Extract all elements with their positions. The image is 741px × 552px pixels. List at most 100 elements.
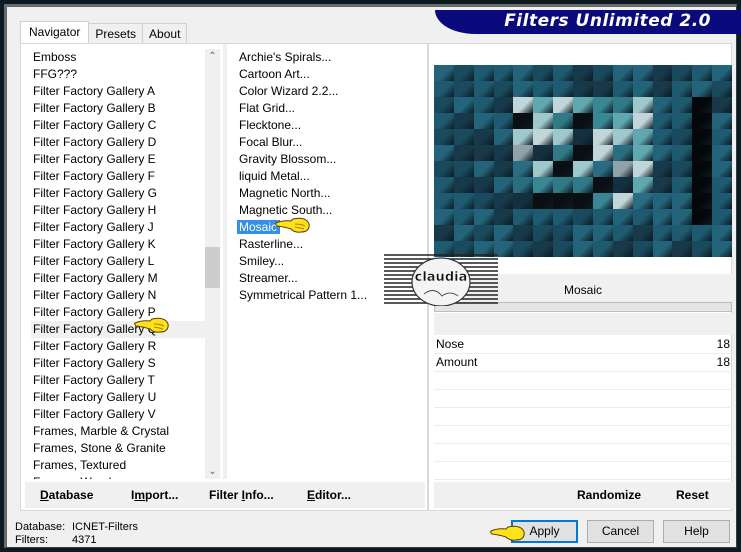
mosaic-tile bbox=[632, 97, 653, 113]
category-item[interactable]: Filter Factory Gallery E bbox=[31, 151, 206, 168]
import-button[interactable]: Import... bbox=[131, 488, 178, 502]
tab-navigator[interactable]: Navigator bbox=[20, 21, 90, 45]
mosaic-tile bbox=[453, 113, 474, 129]
category-item[interactable]: Frames, Wood bbox=[31, 474, 206, 479]
mosaic-tile bbox=[513, 129, 534, 145]
mosaic-tile bbox=[553, 241, 574, 257]
mosaic-tile bbox=[612, 241, 633, 257]
filter-item[interactable]: Cartoon Art... bbox=[237, 66, 417, 83]
mosaic-tile bbox=[652, 161, 673, 177]
tab-presets[interactable]: Presets bbox=[88, 23, 144, 45]
filter-item[interactable]: Color Wizard 2.2... bbox=[237, 83, 417, 100]
category-item[interactable]: Filter Factory Gallery U bbox=[31, 389, 206, 406]
mosaic-tile bbox=[592, 241, 613, 257]
category-item[interactable]: Filter Factory Gallery B bbox=[31, 100, 206, 117]
mosaic-tile bbox=[632, 225, 653, 241]
category-item[interactable]: Filter Factory Gallery N bbox=[31, 287, 206, 304]
parameter-row[interactable]: Nose 18 bbox=[434, 336, 732, 354]
mosaic-tile bbox=[533, 129, 554, 145]
randomize-button[interactable]: Randomize bbox=[577, 488, 641, 502]
filter-item-label: Symmetrical Pattern 1... bbox=[239, 288, 368, 302]
mosaic-tile bbox=[592, 113, 613, 129]
category-item[interactable]: Filter Factory Gallery S bbox=[31, 355, 206, 372]
category-item[interactable]: Filter Factory Gallery L bbox=[31, 253, 206, 270]
mosaic-tile bbox=[652, 113, 673, 129]
category-item[interactable]: Filter Factory Gallery K bbox=[31, 236, 206, 253]
category-item[interactable]: Filter Factory Gallery H bbox=[31, 202, 206, 219]
category-item[interactable]: Filter Factory Gallery C bbox=[31, 117, 206, 134]
status-info: Database: ICNET-Filters Filters: 4371 bbox=[15, 521, 138, 547]
filter-info-button[interactable]: Filter Info... bbox=[209, 488, 274, 502]
mosaic-tile bbox=[652, 225, 673, 241]
mosaic-tile bbox=[533, 113, 554, 129]
mosaic-tile bbox=[573, 129, 593, 145]
chevron-down-icon[interactable]: ⌄ bbox=[205, 464, 220, 479]
mosaic-tile bbox=[553, 145, 574, 161]
category-item[interactable]: Filter Factory Gallery P bbox=[31, 304, 206, 321]
parameter-list: Nose 18 Amount 18 bbox=[434, 336, 732, 480]
mosaic-tile bbox=[434, 225, 454, 241]
category-item[interactable]: Filter Factory Gallery J bbox=[31, 219, 206, 236]
mosaic-tile bbox=[493, 129, 514, 145]
filter-item[interactable]: Mosaic bbox=[237, 219, 417, 236]
mosaic-tile bbox=[592, 209, 613, 225]
mosaic-tile bbox=[513, 97, 534, 113]
database-button[interactable]: Database bbox=[40, 488, 93, 502]
mosaic-tile bbox=[712, 129, 732, 145]
filter-item-label: Flat Grid... bbox=[239, 101, 296, 115]
navigator-panel: Emboss FFG??? Filter Factory Gallery A Filt… bbox=[20, 43, 428, 511]
filter-item[interactable]: Flecktone... bbox=[237, 117, 417, 134]
category-item[interactable]: Frames, Marble & Crystal bbox=[31, 423, 206, 440]
mosaic-tile bbox=[533, 97, 554, 113]
category-item[interactable]: FFG??? bbox=[31, 66, 206, 83]
tab-about[interactable]: About bbox=[142, 23, 188, 45]
mosaic-tile bbox=[612, 209, 633, 225]
filter-item[interactable]: Magnetic South... bbox=[237, 202, 417, 219]
reset-button[interactable]: Reset bbox=[676, 488, 709, 502]
filter-item[interactable]: Rasterline... bbox=[237, 236, 417, 253]
chevron-up-icon[interactable]: ⌃ bbox=[205, 49, 220, 64]
category-item[interactable]: Emboss bbox=[31, 49, 206, 66]
mosaic-tile bbox=[632, 145, 653, 161]
filter-item[interactable]: Magnetic North... bbox=[237, 185, 417, 202]
category-item[interactable]: Filter Factory Gallery T bbox=[31, 372, 206, 389]
scroll-thumb[interactable] bbox=[205, 247, 220, 288]
mosaic-tile bbox=[592, 161, 613, 177]
filter-item[interactable]: liquid Metal... bbox=[237, 168, 417, 185]
mosaic-tile bbox=[573, 225, 593, 241]
help-button[interactable]: Help bbox=[663, 520, 730, 543]
mosaic-tile bbox=[632, 241, 653, 257]
category-item[interactable]: Filter Factory Gallery F bbox=[31, 168, 206, 185]
mosaic-tile bbox=[712, 65, 732, 81]
category-list[interactable]: Emboss FFG??? Filter Factory Gallery A Filt… bbox=[31, 49, 206, 479]
category-item[interactable]: Filter Factory Gallery V bbox=[31, 406, 206, 423]
mosaic-tile bbox=[573, 65, 593, 81]
cancel-button[interactable]: Cancel bbox=[587, 520, 654, 543]
category-item[interactable]: Filter Factory Gallery A bbox=[31, 83, 206, 100]
category-item[interactable]: Filter Factory Gallery M bbox=[31, 270, 206, 287]
category-item[interactable]: Frames, Textured bbox=[31, 457, 206, 474]
category-item[interactable]: Filter Factory Gallery R bbox=[31, 338, 206, 355]
category-item[interactable]: Frames, Stone & Granite bbox=[31, 440, 206, 457]
mosaic-tile bbox=[692, 177, 713, 193]
category-item[interactable]: Filter Factory Gallery G bbox=[31, 185, 206, 202]
category-scrollbar[interactable]: ⌃ ⌄ bbox=[205, 49, 220, 479]
mosaic-tile bbox=[692, 97, 713, 113]
mosaic-tile bbox=[652, 145, 673, 161]
category-item[interactable]: Filter Factory Gallery Q bbox=[31, 321, 206, 338]
parameter-row[interactable]: Amount 18 bbox=[434, 354, 732, 372]
filter-item-label: Magnetic North... bbox=[239, 186, 331, 200]
filter-item[interactable]: Gravity Blossom... bbox=[237, 151, 417, 168]
category-item[interactable]: Filter Factory Gallery D bbox=[31, 134, 206, 151]
mosaic-tile bbox=[513, 161, 534, 177]
mosaic-tile bbox=[692, 145, 713, 161]
editor-button[interactable]: Editor... bbox=[307, 488, 351, 502]
filter-item[interactable]: Archie's Spirals... bbox=[237, 49, 417, 66]
mosaic-tile bbox=[553, 65, 574, 81]
filter-item[interactable]: Flat Grid... bbox=[237, 100, 417, 117]
mosaic-tile bbox=[672, 113, 693, 129]
filter-item[interactable]: Focal Blur... bbox=[237, 134, 417, 151]
filter-button-bar: Randomize Reset bbox=[434, 482, 732, 508]
mosaic-tile bbox=[513, 193, 534, 209]
mosaic-tile bbox=[434, 161, 454, 177]
